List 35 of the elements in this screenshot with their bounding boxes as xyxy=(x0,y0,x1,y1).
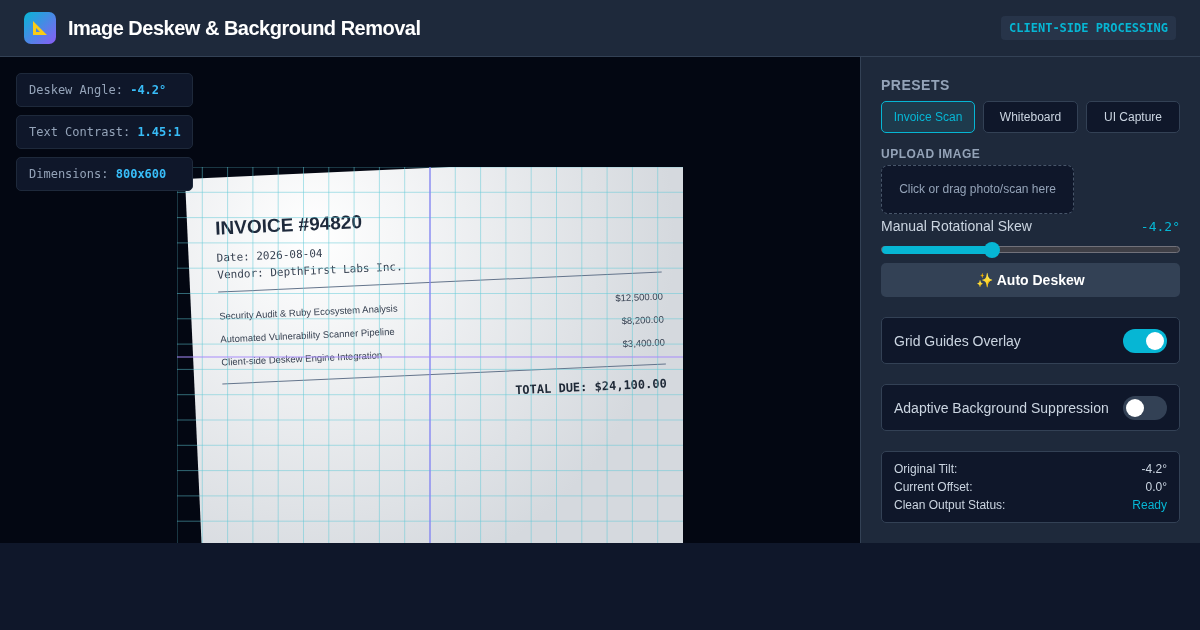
line-item-description: Automated Vulnerability Scanner Pipeline xyxy=(220,325,395,345)
preset-button[interactable]: Invoice Scan xyxy=(881,101,975,133)
invoice-total: TOTAL DUE: $24,100.00 xyxy=(513,376,668,400)
info-label: Clean Output Status: xyxy=(894,498,1006,512)
toggle-switch[interactable] xyxy=(1123,395,1167,420)
info-label: Current Offset: xyxy=(894,480,973,494)
processing-badge: CLIENT-SIDE PROCESSING xyxy=(1001,16,1176,40)
invoice-date: Date: 2026-08-04 xyxy=(216,245,324,265)
toggle-label: Adaptive Background Suppression xyxy=(894,399,1109,416)
section-heading: PRESETS xyxy=(881,77,951,93)
triangle-ruler-icon xyxy=(31,19,49,37)
app-title: Image Deskew & Background Removal xyxy=(68,16,421,40)
section-heading: UPLOAD IMAGE xyxy=(881,147,982,161)
line-item-amount: $3,400.00 xyxy=(622,336,666,350)
line-item-amount: $12,500.00 xyxy=(615,290,664,304)
info-label: Original Tilt: xyxy=(894,462,958,476)
preset-button[interactable]: Whiteboard xyxy=(983,101,1078,133)
info-value: Ready xyxy=(1132,498,1167,512)
toggle-label: Grid Guides Overlay xyxy=(894,332,1021,349)
auto-deskew-button[interactable]: ✨ Auto Deskew xyxy=(881,263,1180,298)
slider-thumb[interactable] xyxy=(983,241,1000,258)
slider-label: Manual Rotational Skew xyxy=(881,217,1032,234)
upload-dropzone[interactable]: Click or drag photo/scan here xyxy=(881,165,1074,214)
info-value: 0.0° xyxy=(1145,480,1167,494)
stat-readout: Dimensions: 800x600 xyxy=(16,157,193,191)
invoice-title: INVOICE #94820 xyxy=(214,210,364,240)
toggle-switch[interactable] xyxy=(1123,328,1167,353)
preset-button[interactable]: UI Capture xyxy=(1086,101,1180,133)
stat-readout: Text Contrast: 1.45:1 xyxy=(16,115,193,149)
line-item-amount: $8,200.00 xyxy=(621,313,665,327)
info-value: -4.2° xyxy=(1141,462,1167,476)
slider-reading: -4.2° xyxy=(1140,218,1180,234)
line-item-description: Security Audit & Ruby Ecosystem Analysis xyxy=(219,302,398,322)
line-item-description: Client-side Deskew Engine Integration xyxy=(221,349,383,368)
stat-readout: Deskew Angle: -4.2° xyxy=(16,73,193,107)
